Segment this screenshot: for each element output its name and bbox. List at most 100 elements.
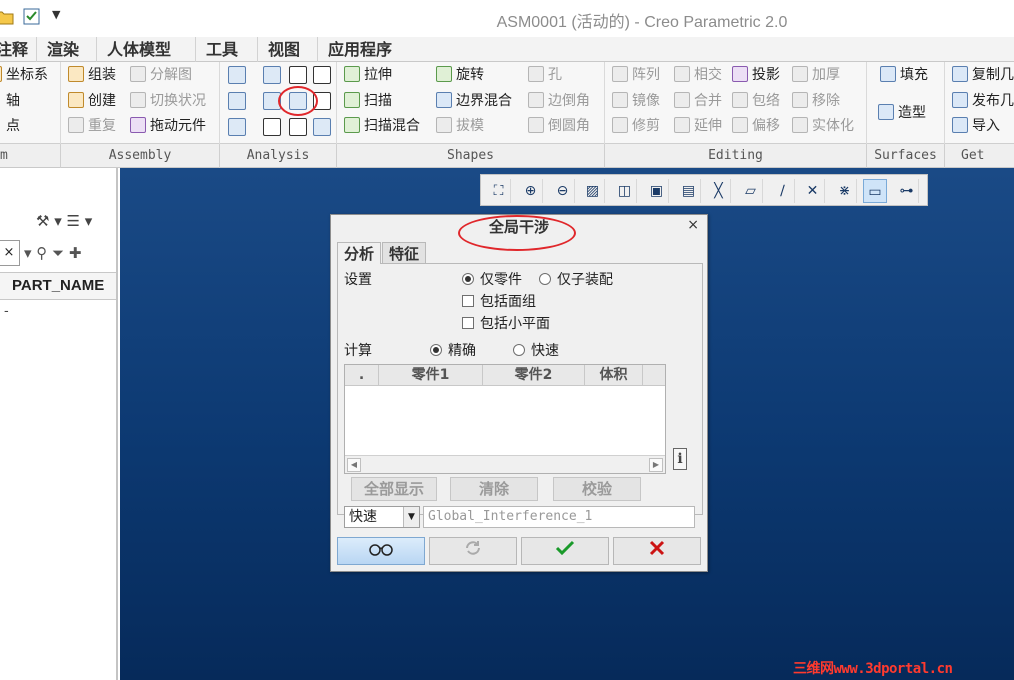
bracket-icon[interactable] xyxy=(313,66,331,84)
ribbon-hole[interactable]: 孔 xyxy=(528,64,562,86)
ribbon-style[interactable]: 造型 xyxy=(878,102,926,124)
radio-button-selected[interactable] xyxy=(462,273,474,285)
ribbon-axis[interactable]: 轴 xyxy=(6,90,20,112)
tab-applications[interactable]: 应用程序 xyxy=(317,37,402,62)
csys-display-icon[interactable]: ✕ xyxy=(801,179,825,203)
ribbon-drag-components[interactable]: 拖动元件 xyxy=(130,115,206,137)
checkbox[interactable] xyxy=(462,295,474,307)
scroll-right-icon[interactable]: ▶ xyxy=(649,458,663,472)
axis-display-icon[interactable]: ▱ xyxy=(739,179,763,203)
ribbon-import[interactable]: 导入 xyxy=(952,115,1000,137)
ribbon-thicken[interactable]: 加厚 xyxy=(792,64,840,86)
ribbon-repeat[interactable]: 重复 xyxy=(68,115,116,137)
view-manager-icon[interactable]: ▤ xyxy=(677,179,701,203)
curve-analysis-icon[interactable] xyxy=(228,92,246,110)
radio-button[interactable] xyxy=(539,273,551,285)
ribbon-extend[interactable]: 延伸 xyxy=(674,115,722,137)
chevron-down-icon[interactable]: ▼ xyxy=(403,507,419,527)
ribbon-offset[interactable]: 偏移 xyxy=(732,115,780,137)
close-icon[interactable]: × xyxy=(687,217,699,233)
ribbon-revolve[interactable]: 旋转 xyxy=(436,64,484,86)
saved-views-icon[interactable]: ▣ xyxy=(645,179,669,203)
cancel-button[interactable] xyxy=(613,537,701,565)
repeat-button[interactable] xyxy=(429,537,517,565)
show-all-button[interactable]: 全部显示 xyxy=(351,477,437,501)
measure-icon[interactable] xyxy=(228,66,246,84)
ribbon-trim[interactable]: 修剪 xyxy=(612,115,660,137)
ok-button[interactable] xyxy=(521,537,609,565)
horizontal-scrollbar[interactable]: ◀ ▶ xyxy=(345,455,665,473)
ribbon-assemble[interactable]: 组装 xyxy=(68,64,116,86)
tab-tools[interactable]: 工具 xyxy=(195,37,248,62)
ribbon-point[interactable]: 点 xyxy=(6,115,20,137)
ribbon-exploded-view[interactable]: 分解图 xyxy=(130,64,192,86)
interference-name-field[interactable]: Global_Interference_1 xyxy=(423,506,695,528)
model-report-icon[interactable] xyxy=(313,118,331,136)
point-display-icon[interactable]: ∕ xyxy=(771,179,795,203)
tab-annotate[interactable]: 注释 xyxy=(0,37,38,62)
ribbon-solidify[interactable]: 实体化 xyxy=(792,115,854,137)
part-name-column[interactable]: PART_NAME xyxy=(12,277,104,294)
ribbon-edge-chamfer[interactable]: 边倒角 xyxy=(528,90,590,112)
radio-parts-only[interactable]: 仅零件 xyxy=(462,269,522,289)
weight-icon[interactable] xyxy=(263,118,281,136)
ribbon-sweep[interactable]: 扫描 xyxy=(344,90,392,112)
radio-button[interactable] xyxy=(513,344,525,356)
ribbon-copy-geometry[interactable]: 复制几 xyxy=(952,64,1014,86)
pair-clearance-icon[interactable] xyxy=(289,66,307,84)
tab-view[interactable]: 视图 xyxy=(257,37,310,62)
annotation-display-icon[interactable]: ⋇ xyxy=(833,179,857,203)
tree-filter-tools[interactable]: ▾ ⚲ ⏷ ✚ xyxy=(24,244,81,262)
ribbon-remove[interactable]: 移除 xyxy=(792,90,840,112)
spin-center-icon[interactable]: ▭ xyxy=(863,179,887,203)
column-part2[interactable]: 零件2 xyxy=(483,365,585,386)
checkbox[interactable] xyxy=(462,317,474,329)
balance-icon[interactable] xyxy=(289,118,307,136)
radio-exact[interactable]: 精确 xyxy=(430,340,476,360)
ribbon-swept-blend[interactable]: 扫描混合 xyxy=(344,115,420,137)
ribbon-pattern[interactable]: 阵列 xyxy=(612,64,660,86)
ribbon-round[interactable]: 倒圆角 xyxy=(528,115,590,137)
check-include-facets[interactable]: 包括小平面 xyxy=(462,313,550,333)
verify-button[interactable]: 校验 xyxy=(553,477,641,501)
tree-column-header[interactable]: PART_NAME xyxy=(0,272,116,300)
ribbon-merge[interactable]: 合并 xyxy=(674,90,722,112)
tab-analysis[interactable]: 分析 xyxy=(337,242,382,264)
check-include-quilts[interactable]: 包括面组 xyxy=(462,291,536,311)
ribbon-fill[interactable]: 填充 xyxy=(880,64,928,86)
scroll-left-icon[interactable]: ◀ xyxy=(347,458,361,472)
ribbon-publish-geometry[interactable]: 发布几 xyxy=(952,90,1014,112)
tree-settings-icon[interactable]: ⚒ ▾ ☰ ▾ xyxy=(36,212,92,230)
ribbon-mirror[interactable]: 镜像 xyxy=(612,90,660,112)
column-volume[interactable]: 体积 xyxy=(585,365,643,386)
inspect-icon[interactable] xyxy=(263,66,281,84)
ribbon-draft[interactable]: 拔模 xyxy=(436,115,484,137)
info-icon[interactable]: i xyxy=(673,448,687,470)
search-clear-button[interactable]: × xyxy=(0,240,20,266)
mode-select[interactable]: 快速 ▼ xyxy=(344,506,420,528)
ribbon-boundary-blend[interactable]: 边界混合 xyxy=(436,90,512,112)
repaint-icon[interactable]: ▨ xyxy=(581,179,605,203)
ribbon-create[interactable]: 创建 xyxy=(68,90,116,112)
zoom-out-icon[interactable]: ⊖ xyxy=(551,179,575,203)
radio-button-selected[interactable] xyxy=(430,344,442,356)
column-part1[interactable]: 零件1 xyxy=(379,365,483,386)
network-icon[interactable]: ⊶ xyxy=(895,179,919,203)
ribbon-project[interactable]: 投影 xyxy=(732,64,780,86)
column-index[interactable]: . xyxy=(345,365,379,386)
results-table[interactable]: . 零件1 零件2 体积 ◀ ▶ xyxy=(344,364,666,474)
ribbon-toggle-status[interactable]: 切换状况 xyxy=(130,90,206,112)
radio-quick[interactable]: 快速 xyxy=(513,340,559,360)
draft-analysis-icon[interactable] xyxy=(228,118,246,136)
clear-button[interactable]: 清除 xyxy=(450,477,538,501)
tab-feature[interactable]: 特征 xyxy=(382,242,427,264)
tab-manikin[interactable]: 人体模型 xyxy=(96,37,181,62)
plane-display-icon[interactable]: ╳ xyxy=(707,179,731,203)
ribbon-extrude[interactable]: 拉伸 xyxy=(344,64,392,86)
tab-render[interactable]: 渲染 xyxy=(36,37,89,62)
ribbon-wrap[interactable]: 包络 xyxy=(732,90,780,112)
ribbon-coordinate-system[interactable]: 坐标系 xyxy=(0,64,48,86)
zoom-in-icon[interactable]: ⊕ xyxy=(519,179,543,203)
refit-icon[interactable]: ⛶ xyxy=(487,179,511,203)
ribbon-intersect[interactable]: 相交 xyxy=(674,64,722,86)
